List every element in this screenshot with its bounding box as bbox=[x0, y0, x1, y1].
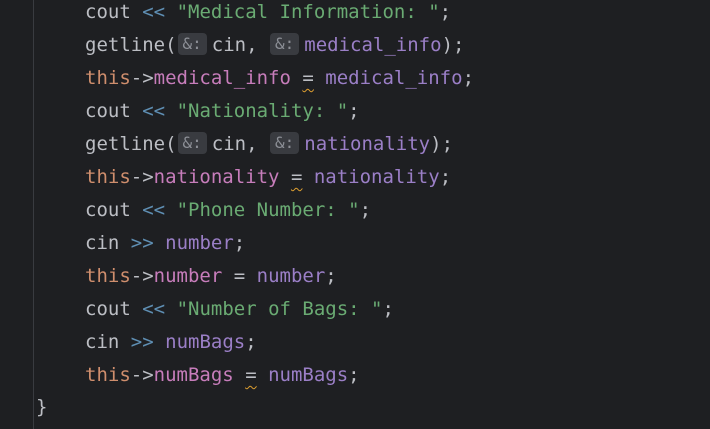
arrow-operator: -> bbox=[130, 364, 154, 386]
input-variable: number bbox=[165, 232, 234, 254]
string-literal: "Nationality: " bbox=[176, 100, 349, 122]
code-line[interactable]: this->numBags = numBags; bbox=[0, 359, 360, 392]
this-keyword: this bbox=[85, 265, 131, 287]
open-paren: ( bbox=[165, 34, 177, 56]
assign-operator-warning[interactable]: = bbox=[245, 364, 256, 386]
function-name: getline bbox=[85, 34, 166, 56]
string-literal: "Medical Information: " bbox=[176, 1, 440, 23]
stream-operator: >> bbox=[130, 232, 154, 254]
member-field: nationality bbox=[153, 166, 280, 188]
semicolon: ; bbox=[245, 331, 257, 353]
semicolon: ; bbox=[382, 298, 394, 320]
code-line[interactable]: cout << "Phone Number: "; bbox=[0, 194, 371, 227]
stream-operator: << bbox=[142, 298, 166, 320]
stream-operator: >> bbox=[130, 331, 154, 353]
stream-operator: << bbox=[142, 199, 166, 221]
cout-token: cout bbox=[85, 298, 131, 320]
argument-variable: nationality bbox=[304, 133, 431, 155]
this-keyword: this bbox=[85, 364, 131, 386]
arrow-operator: -> bbox=[130, 67, 154, 89]
code-line[interactable]: } bbox=[0, 391, 48, 424]
code-line[interactable]: getline(&: cin, &: medical_info); bbox=[0, 29, 464, 62]
arrow-operator: -> bbox=[130, 166, 154, 188]
member-field: numBags bbox=[153, 364, 234, 386]
assigned-variable: numBags bbox=[268, 364, 349, 386]
comma: , bbox=[246, 34, 258, 56]
assign-operator: = bbox=[233, 265, 246, 287]
semicolon: ; bbox=[439, 166, 452, 188]
string-literal: "Number of Bags: " bbox=[176, 298, 383, 320]
code-line[interactable]: cout << "Medical Information: "; bbox=[0, 0, 451, 29]
function-name: getline bbox=[85, 133, 166, 155]
semicolon: ; bbox=[325, 265, 337, 287]
parameter-hint: &: bbox=[270, 132, 300, 154]
input-variable: numBags bbox=[165, 331, 246, 353]
assign-operator-warning[interactable]: = bbox=[291, 166, 302, 188]
stream-operator: << bbox=[142, 100, 166, 122]
parameter-hint: &: bbox=[177, 33, 207, 55]
assigned-variable: number bbox=[256, 265, 326, 287]
semicolon: ; bbox=[233, 232, 246, 254]
argument-cin: cin bbox=[211, 133, 247, 155]
this-keyword: this bbox=[85, 166, 131, 188]
parameter-hint: &: bbox=[270, 33, 300, 55]
code-line[interactable]: this->nationality = nationality; bbox=[0, 161, 451, 194]
parameter-hint: &: bbox=[177, 132, 207, 154]
code-line[interactable]: cin >> number; bbox=[0, 227, 245, 260]
argument-variable: medical_info bbox=[304, 34, 442, 56]
semicolon: ; bbox=[439, 1, 452, 23]
code-line[interactable]: cin >> numBags; bbox=[0, 326, 257, 359]
code-line[interactable]: cout << "Nationality: "; bbox=[0, 95, 360, 128]
semicolon: ; bbox=[462, 67, 475, 89]
semicolon: ; bbox=[441, 133, 454, 155]
code-line[interactable]: cout << "Number of Bags: "; bbox=[0, 293, 394, 326]
semicolon: ; bbox=[348, 364, 360, 386]
cout-token: cout bbox=[85, 199, 131, 221]
code-editor[interactable]: cout << "Medical Information: "; getline… bbox=[0, 0, 710, 429]
string-literal: "Phone Number: " bbox=[176, 199, 360, 221]
closing-brace: } bbox=[36, 396, 48, 418]
cin-token: cin bbox=[85, 232, 120, 254]
stream-operator: << bbox=[142, 1, 166, 23]
member-field: medical_info bbox=[153, 67, 291, 89]
code-line[interactable]: getline(&: cin, &: nationality); bbox=[0, 128, 453, 161]
cin-token: cin bbox=[85, 331, 120, 353]
comma: , bbox=[246, 133, 258, 155]
semicolon: ; bbox=[348, 100, 360, 122]
member-field: number bbox=[153, 265, 223, 287]
semicolon: ; bbox=[359, 199, 372, 221]
close-paren: ) bbox=[430, 133, 442, 155]
assign-operator-warning[interactable]: = bbox=[302, 67, 313, 89]
close-paren: ) bbox=[441, 34, 454, 56]
code-line[interactable]: this->number = number; bbox=[0, 260, 337, 293]
assigned-variable: nationality bbox=[313, 166, 440, 188]
assigned-variable: medical_info bbox=[325, 67, 463, 89]
cout-token: cout bbox=[85, 1, 131, 23]
this-keyword: this bbox=[85, 67, 131, 89]
semicolon: ; bbox=[453, 34, 465, 56]
argument-cin: cin bbox=[211, 34, 247, 56]
code-line[interactable]: this->medical_info = medical_info; bbox=[0, 62, 474, 95]
arrow-operator: -> bbox=[130, 265, 154, 287]
cout-token: cout bbox=[85, 100, 131, 122]
open-paren: ( bbox=[165, 133, 177, 155]
